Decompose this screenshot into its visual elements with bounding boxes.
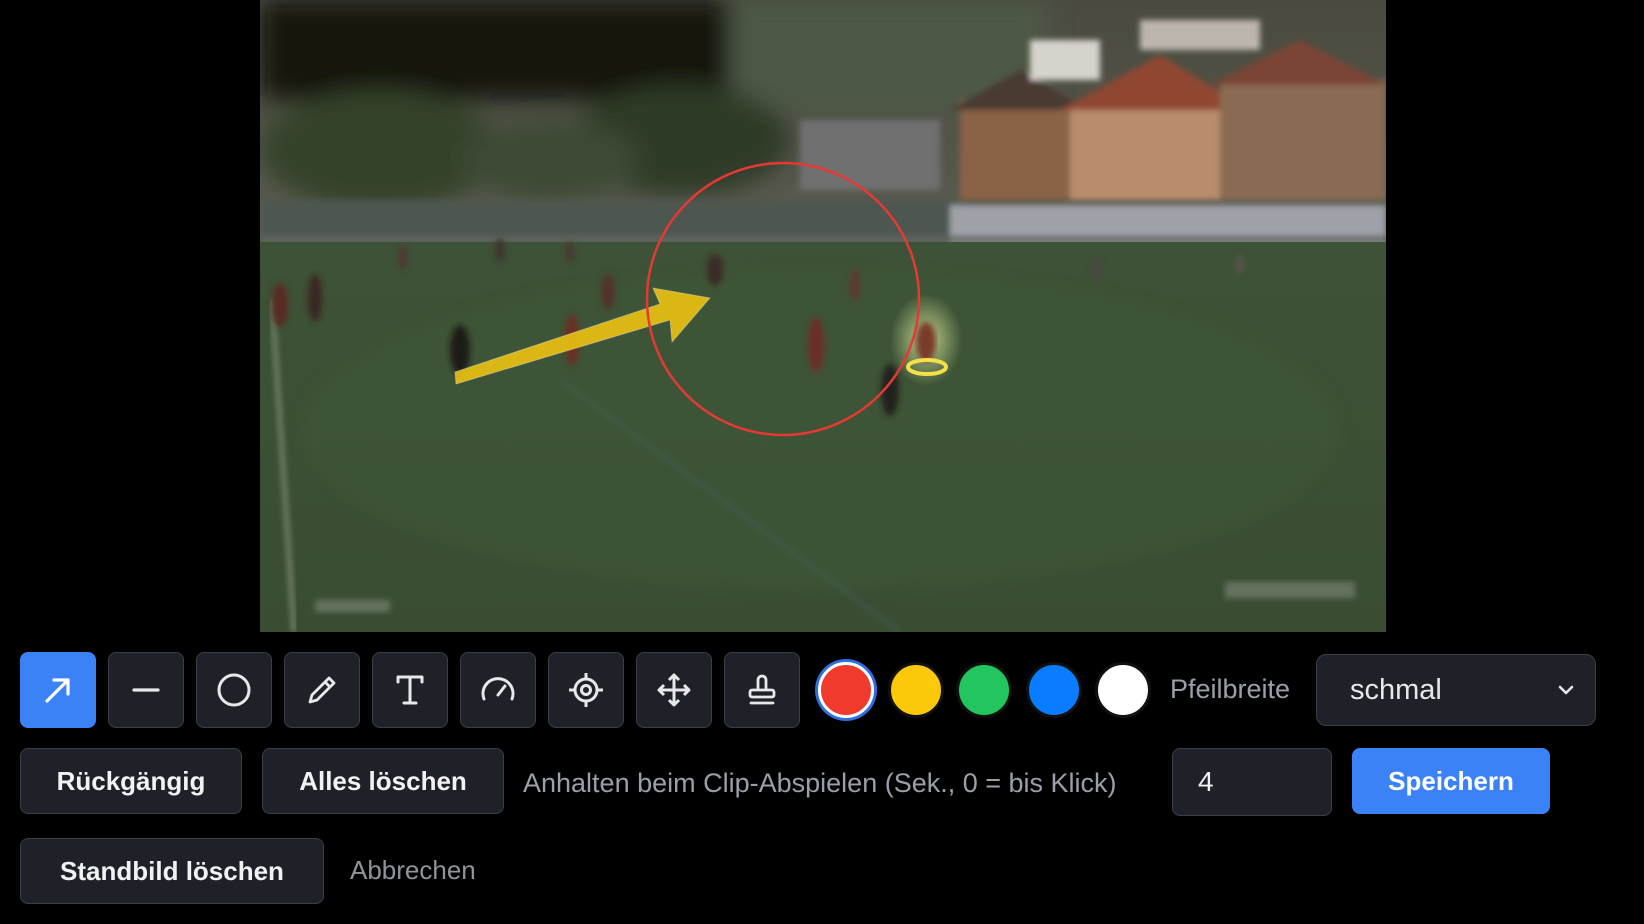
undo-button[interactable]: Rückgängig [20,748,242,814]
text-icon [396,675,424,705]
text-tool-button[interactable] [372,652,448,728]
video-frame[interactable] [260,0,1386,632]
line-tool-button[interactable] [108,652,184,728]
circle-tool-button[interactable] [196,652,272,728]
stamp-tool-button[interactable] [724,652,800,728]
arrow-tool-button[interactable] [20,652,96,728]
crosshair-icon [569,673,603,707]
move-tool-button[interactable] [636,652,712,728]
target-tool-button[interactable] [548,652,624,728]
gauge-icon [481,677,515,701]
color-swatch-white[interactable] [1095,662,1151,718]
color-swatch-yellow[interactable] [888,662,944,718]
pause-duration-input[interactable] [1172,748,1332,816]
clear-all-button[interactable]: Alles löschen [262,748,504,814]
player-ring-annotation[interactable] [906,358,948,376]
arrow-up-right-icon [45,678,70,703]
color-swatch-blue[interactable] [1026,662,1082,718]
annotation-editor: Pfeilbreite schmal Rückgängig Alles lösc… [0,0,1644,924]
chevron-down-icon [1558,685,1574,695]
speed-tool-button[interactable] [460,652,536,728]
arrow-annotation[interactable] [454,287,711,385]
annotation-layer[interactable] [260,0,1386,632]
arrow-width-select[interactable]: schmal [1316,654,1596,726]
arrow-width-select-value: schmal [1350,673,1442,706]
stamp-icon [748,674,776,705]
save-button[interactable]: Speichern [1352,748,1550,814]
color-swatch-red[interactable] [818,662,874,718]
arrow-width-label: Pfeilbreite [1170,674,1291,704]
move-icon [657,673,691,707]
delete-still-button[interactable]: Standbild löschen [20,838,324,904]
pencil-tool-button[interactable] [284,652,360,728]
pause-duration-label: Anhalten beim Clip-Abspielen (Sek., 0 = … [523,768,1117,798]
circle-icon [217,673,251,707]
minus-icon [132,688,160,692]
color-swatch-green[interactable] [956,662,1012,718]
pencil-icon [308,676,336,704]
cancel-link[interactable]: Abbrechen [350,855,476,886]
